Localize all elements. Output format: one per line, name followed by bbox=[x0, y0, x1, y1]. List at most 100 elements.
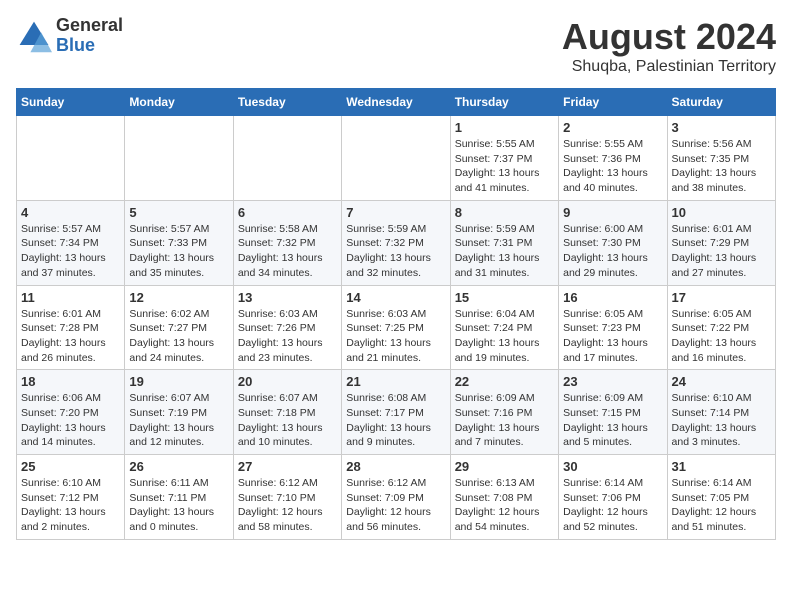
day-number: 4 bbox=[21, 205, 120, 220]
day-info: Sunrise: 6:08 AMSunset: 7:17 PMDaylight:… bbox=[346, 391, 445, 450]
day-number: 7 bbox=[346, 205, 445, 220]
week-row-3: 11Sunrise: 6:01 AMSunset: 7:28 PMDayligh… bbox=[17, 285, 776, 370]
calendar-cell: 3 Sunrise: 5:56 AMSunset: 7:35 PMDaylight… bbox=[667, 116, 775, 201]
day-number: 31 bbox=[672, 459, 771, 474]
day-info: Sunrise: 6:05 AMSunset: 7:22 PMDaylight:… bbox=[672, 307, 771, 366]
day-number: 13 bbox=[238, 290, 337, 305]
calendar-cell: 19Sunrise: 6:07 AMSunset: 7:19 PMDayligh… bbox=[125, 370, 233, 455]
day-info: Sunrise: 5:59 AMSunset: 7:31 PMDaylight:… bbox=[455, 222, 554, 281]
day-info: Sunrise: 6:05 AMSunset: 7:23 PMDaylight:… bbox=[563, 307, 662, 366]
calendar-body: 1 Sunrise: 5:55 AMSunset: 7:37 PMDaylight… bbox=[17, 116, 776, 540]
calendar-cell: 9 Sunrise: 6:00 AMSunset: 7:30 PMDaylight… bbox=[559, 200, 667, 285]
logo-text: General Blue bbox=[56, 16, 123, 56]
day-info: Sunrise: 6:06 AMSunset: 7:20 PMDaylight:… bbox=[21, 391, 120, 450]
calendar-cell: 12 Sunrise: 6:02 AMSunset: 7:27 PMDayligh… bbox=[125, 285, 233, 370]
day-info: Sunrise: 6:12 AMSunset: 7:09 PMDaylight:… bbox=[346, 476, 445, 535]
calendar-cell: 14 Sunrise: 6:03 AMSunset: 7:25 PMDayligh… bbox=[342, 285, 450, 370]
weekday-header-wednesday: Wednesday bbox=[342, 89, 450, 116]
day-number: 23 bbox=[563, 374, 662, 389]
day-number: 15 bbox=[455, 290, 554, 305]
calendar-cell: 1 Sunrise: 5:55 AMSunset: 7:37 PMDaylight… bbox=[450, 116, 558, 201]
day-number: 28 bbox=[346, 459, 445, 474]
day-number: 30 bbox=[563, 459, 662, 474]
weekday-header-monday: Monday bbox=[125, 89, 233, 116]
day-info: Sunrise: 6:09 AMSunset: 7:15 PMDaylight:… bbox=[563, 391, 662, 450]
calendar-cell: 5Sunrise: 5:57 AMSunset: 7:33 PMDaylight… bbox=[125, 200, 233, 285]
day-number: 20 bbox=[238, 374, 337, 389]
calendar-cell: 7 Sunrise: 5:59 AMSunset: 7:32 PMDaylight… bbox=[342, 200, 450, 285]
calendar-cell: 26 Sunrise: 6:11 AMSunset: 7:11 PMDayligh… bbox=[125, 455, 233, 540]
day-number: 6 bbox=[238, 205, 337, 220]
day-info: Sunrise: 6:13 AMSunset: 7:08 PMDaylight:… bbox=[455, 476, 554, 535]
day-number: 2 bbox=[563, 120, 662, 135]
day-number: 10 bbox=[672, 205, 771, 220]
day-info: Sunrise: 5:57 AMSunset: 7:33 PMDaylight:… bbox=[129, 222, 228, 281]
day-info: Sunrise: 5:59 AMSunset: 7:32 PMDaylight:… bbox=[346, 222, 445, 281]
logo-general-text: General bbox=[56, 16, 123, 36]
day-info: Sunrise: 6:10 AMSunset: 7:14 PMDaylight:… bbox=[672, 391, 771, 450]
day-info: Sunrise: 5:55 AMSunset: 7:37 PMDaylight:… bbox=[455, 137, 554, 196]
week-row-1: 1 Sunrise: 5:55 AMSunset: 7:37 PMDaylight… bbox=[17, 116, 776, 201]
calendar-cell: 30Sunrise: 6:14 AMSunset: 7:06 PMDayligh… bbox=[559, 455, 667, 540]
calendar-cell: 2 Sunrise: 5:55 AMSunset: 7:36 PMDaylight… bbox=[559, 116, 667, 201]
calendar-cell: 10 Sunrise: 6:01 AMSunset: 7:29 PMDayligh… bbox=[667, 200, 775, 285]
weekday-header-thursday: Thursday bbox=[450, 89, 558, 116]
day-info: Sunrise: 6:12 AMSunset: 7:10 PMDaylight:… bbox=[238, 476, 337, 535]
header: General Blue August 2024 Shuqba, Palesti… bbox=[16, 16, 776, 76]
day-number: 18 bbox=[21, 374, 120, 389]
day-number: 21 bbox=[346, 374, 445, 389]
calendar-cell: 6 Sunrise: 5:58 AMSunset: 7:32 PMDaylight… bbox=[233, 200, 341, 285]
day-number: 19 bbox=[129, 374, 228, 389]
day-number: 1 bbox=[455, 120, 554, 135]
day-info: Sunrise: 5:55 AMSunset: 7:36 PMDaylight:… bbox=[563, 137, 662, 196]
calendar-cell bbox=[233, 116, 341, 201]
day-number: 29 bbox=[455, 459, 554, 474]
day-info: Sunrise: 6:03 AMSunset: 7:25 PMDaylight:… bbox=[346, 307, 445, 366]
day-info: Sunrise: 6:01 AMSunset: 7:28 PMDaylight:… bbox=[21, 307, 120, 366]
weekday-row: SundayMondayTuesdayWednesdayThursdayFrid… bbox=[17, 89, 776, 116]
week-row-4: 18 Sunrise: 6:06 AMSunset: 7:20 PMDayligh… bbox=[17, 370, 776, 455]
calendar-cell: 11Sunrise: 6:01 AMSunset: 7:28 PMDayligh… bbox=[17, 285, 125, 370]
day-info: Sunrise: 6:00 AMSunset: 7:30 PMDaylight:… bbox=[563, 222, 662, 281]
calendar-cell: 25Sunrise: 6:10 AMSunset: 7:12 PMDayligh… bbox=[17, 455, 125, 540]
day-number: 14 bbox=[346, 290, 445, 305]
week-row-2: 4Sunrise: 5:57 AMSunset: 7:34 PMDaylight… bbox=[17, 200, 776, 285]
day-info: Sunrise: 6:10 AMSunset: 7:12 PMDaylight:… bbox=[21, 476, 120, 535]
calendar-cell bbox=[125, 116, 233, 201]
day-number: 12 bbox=[129, 290, 228, 305]
day-info: Sunrise: 5:58 AMSunset: 7:32 PMDaylight:… bbox=[238, 222, 337, 281]
logo-icon bbox=[16, 18, 52, 54]
day-number: 3 bbox=[672, 120, 771, 135]
calendar-cell: 24 Sunrise: 6:10 AMSunset: 7:14 PMDayligh… bbox=[667, 370, 775, 455]
calendar-header: SundayMondayTuesdayWednesdayThursdayFrid… bbox=[17, 89, 776, 116]
calendar-cell: 20 Sunrise: 6:07 AMSunset: 7:18 PMDayligh… bbox=[233, 370, 341, 455]
day-number: 16 bbox=[563, 290, 662, 305]
day-info: Sunrise: 6:11 AMSunset: 7:11 PMDaylight:… bbox=[129, 476, 228, 535]
day-info: Sunrise: 6:01 AMSunset: 7:29 PMDaylight:… bbox=[672, 222, 771, 281]
day-number: 24 bbox=[672, 374, 771, 389]
day-number: 9 bbox=[563, 205, 662, 220]
day-info: Sunrise: 6:07 AMSunset: 7:18 PMDaylight:… bbox=[238, 391, 337, 450]
calendar: SundayMondayTuesdayWednesdayThursdayFrid… bbox=[16, 88, 776, 540]
calendar-cell: 21 Sunrise: 6:08 AMSunset: 7:17 PMDayligh… bbox=[342, 370, 450, 455]
location: Shuqba, Palestinian Territory bbox=[562, 58, 776, 76]
day-info: Sunrise: 6:02 AMSunset: 7:27 PMDaylight:… bbox=[129, 307, 228, 366]
calendar-cell: 22Sunrise: 6:09 AMSunset: 7:16 PMDayligh… bbox=[450, 370, 558, 455]
calendar-cell: 18 Sunrise: 6:06 AMSunset: 7:20 PMDayligh… bbox=[17, 370, 125, 455]
calendar-cell: 15 Sunrise: 6:04 AMSunset: 7:24 PMDayligh… bbox=[450, 285, 558, 370]
logo: General Blue bbox=[16, 16, 123, 56]
calendar-cell: 27Sunrise: 6:12 AMSunset: 7:10 PMDayligh… bbox=[233, 455, 341, 540]
day-info: Sunrise: 6:14 AMSunset: 7:05 PMDaylight:… bbox=[672, 476, 771, 535]
month-year: August 2024 bbox=[562, 16, 776, 58]
calendar-cell: 8Sunrise: 5:59 AMSunset: 7:31 PMDaylight… bbox=[450, 200, 558, 285]
day-number: 26 bbox=[129, 459, 228, 474]
calendar-cell: 29 Sunrise: 6:13 AMSunset: 7:08 PMDayligh… bbox=[450, 455, 558, 540]
calendar-cell: 23 Sunrise: 6:09 AMSunset: 7:15 PMDayligh… bbox=[559, 370, 667, 455]
weekday-header-sunday: Sunday bbox=[17, 89, 125, 116]
day-info: Sunrise: 6:04 AMSunset: 7:24 PMDaylight:… bbox=[455, 307, 554, 366]
calendar-cell: 16 Sunrise: 6:05 AMSunset: 7:23 PMDayligh… bbox=[559, 285, 667, 370]
day-number: 22 bbox=[455, 374, 554, 389]
day-number: 17 bbox=[672, 290, 771, 305]
calendar-cell: 13Sunrise: 6:03 AMSunset: 7:26 PMDayligh… bbox=[233, 285, 341, 370]
day-info: Sunrise: 5:56 AMSunset: 7:35 PMDaylight:… bbox=[672, 137, 771, 196]
